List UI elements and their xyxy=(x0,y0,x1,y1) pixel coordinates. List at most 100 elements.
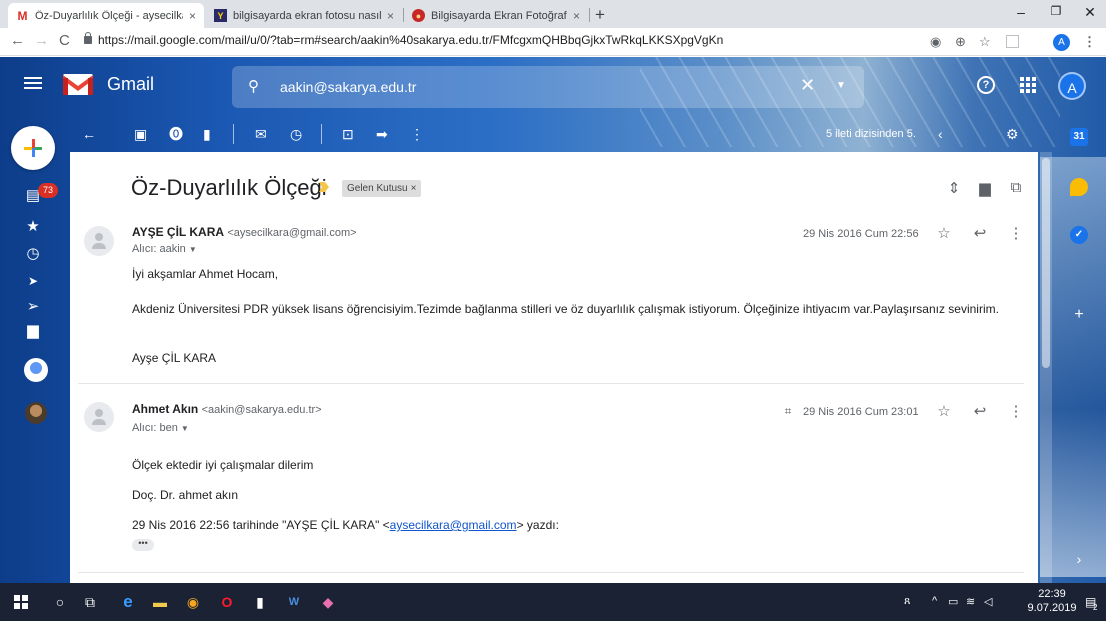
edge-icon[interactable]: e xyxy=(118,592,138,612)
close-tab-icon[interactable]: × xyxy=(387,9,394,23)
tab-title: bilgisayarda ekran fotosu nasıl al xyxy=(233,9,381,22)
taskbar-clock[interactable]: 22:39 9.07.2019 xyxy=(1024,587,1080,615)
quoted-email-link[interactable]: aysecilkara@gmail.com xyxy=(390,518,517,532)
move-to-icon[interactable]: ⊡ xyxy=(342,124,354,144)
starred-icon[interactable]: ★ xyxy=(24,218,42,236)
sender-name: AYŞE ÇİL KARA xyxy=(132,225,225,239)
browser-tab-yandex[interactable]: Y bilgisayarda ekran fotosu nasıl al × xyxy=(206,3,402,28)
print-icon[interactable]: ▆ xyxy=(976,179,994,197)
search-icon[interactable]: ⚲ xyxy=(248,77,259,95)
add-addon-icon[interactable]: + xyxy=(1070,306,1088,324)
paint3d-icon[interactable]: ◆ xyxy=(318,592,338,612)
back-to-list-icon[interactable]: ← xyxy=(82,124,96,144)
taskbar-search-icon[interactable]: ○ xyxy=(50,592,70,612)
forward-icon[interactable]: → xyxy=(34,32,49,49)
drafts-icon[interactable]: ▆ xyxy=(24,322,42,340)
newer-icon[interactable]: ‹ xyxy=(938,124,943,144)
zoom-icon[interactable]: ⊕ xyxy=(955,34,966,50)
recipient-line[interactable]: Alıcı: aakin ▼ xyxy=(132,243,197,255)
wifi-icon[interactable]: ≋ xyxy=(966,595,975,608)
mail-search-box[interactable]: ⚲ ✕ ▼ xyxy=(232,66,864,108)
message-more-icon[interactable]: ⋮ xyxy=(1008,402,1024,420)
thread-subject: Öz-Duyarlılık Ölçeği xyxy=(131,175,327,200)
browser-profile-avatar[interactable]: A xyxy=(1053,34,1070,51)
chrome-icon[interactable]: ◉ xyxy=(183,592,203,612)
settings-gear-icon[interactable]: ⚙ xyxy=(1006,124,1019,144)
message-divider xyxy=(78,383,1024,384)
battery-icon[interactable]: ▭ xyxy=(948,595,958,608)
open-new-window-icon[interactable]: ⧉ xyxy=(1007,179,1025,196)
more-actions-icon[interactable]: ⋮ xyxy=(410,124,424,144)
message-body-line: Akdeniz Üniversitesi PDR yüksek lisans ö… xyxy=(132,302,999,316)
reload-icon[interactable]: C xyxy=(59,32,70,49)
close-window-icon[interactable]: ✕ xyxy=(1080,4,1100,21)
reply-icon[interactable]: ↩ xyxy=(972,224,988,242)
compose-button[interactable] xyxy=(11,126,55,170)
lock-icon xyxy=(84,32,92,44)
important-icon[interactable]: ➤ xyxy=(24,272,42,290)
apps-grid-icon[interactable] xyxy=(1020,77,1036,93)
show-details-icon[interactable]: ▼ xyxy=(189,245,197,254)
document-icon[interactable]: ▮ xyxy=(250,592,270,612)
url-field[interactable]: https://mail.google.com/mail/u/0/?tab=rm… xyxy=(98,33,723,47)
volume-icon[interactable]: ◁ xyxy=(984,595,992,608)
message-signature: Ayşe ÇİL KARA xyxy=(132,351,217,365)
word-icon[interactable]: W xyxy=(284,592,304,612)
message-more-icon[interactable]: ⋮ xyxy=(1008,224,1024,242)
tracking-icon[interactable]: ◉ xyxy=(930,34,941,50)
show-side-panel-icon[interactable]: › xyxy=(1070,550,1088,568)
show-details-icon[interactable]: ▼ xyxy=(181,424,189,433)
contact-photo[interactable] xyxy=(25,402,47,424)
keep-icon[interactable] xyxy=(1070,178,1088,196)
extension-icon[interactable] xyxy=(1006,35,1019,48)
message-date: 29 Nis 2016 Cum 22:56 xyxy=(803,228,919,240)
browser-tab-site[interactable]: ● Bilgisayarda Ekran Fotoğrafı Nası × xyxy=(404,3,588,28)
label-icon[interactable]: ➡ xyxy=(376,124,388,144)
recipient-line[interactable]: Alıcı: ben ▼ xyxy=(132,422,189,434)
browser-menu-icon[interactable]: ⋮ xyxy=(1083,34,1096,50)
account-avatar[interactable]: A xyxy=(1058,72,1086,100)
expand-all-icon[interactable]: ⇕ xyxy=(945,179,963,197)
new-tab-icon[interactable]: + xyxy=(595,5,605,25)
windows-start-icon[interactable] xyxy=(14,595,28,609)
scrollbar-thumb[interactable] xyxy=(1042,158,1050,368)
remove-label-icon[interactable]: × xyxy=(411,183,417,194)
minimize-icon[interactable]: – xyxy=(1011,4,1031,20)
people-icon[interactable]: ጸ xyxy=(904,595,910,608)
opera-icon[interactable]: O xyxy=(217,592,237,612)
unread-count-badge: 73 xyxy=(38,183,58,198)
message-signature: Doç. Dr. ahmet akın xyxy=(132,488,239,502)
notifications-count: 2 xyxy=(1093,603,1098,612)
star-icon[interactable]: ☆ xyxy=(936,224,952,242)
mark-unread-icon[interactable]: ✉ xyxy=(255,124,267,144)
main-menu-icon[interactable] xyxy=(24,77,42,89)
message-body-line: İyi akşamlar Ahmet Hocam, xyxy=(132,267,279,281)
restore-icon[interactable]: ❐ xyxy=(1046,4,1066,18)
inbox-label-chip[interactable]: Gelen Kutusu × xyxy=(342,180,422,197)
task-view-icon[interactable]: ⧉ xyxy=(80,592,100,612)
file-explorer-icon[interactable]: ▬ xyxy=(150,592,170,612)
close-tab-icon[interactable]: × xyxy=(189,9,196,23)
browser-tab-gmail[interactable]: M Öz-Duyarlılık Ölçeği - aysecilkara × xyxy=(8,3,204,28)
snoozed-icon[interactable]: ◷ xyxy=(24,245,42,263)
help-icon[interactable]: ? xyxy=(977,76,995,94)
back-icon[interactable]: ← xyxy=(10,32,25,49)
calendar-icon[interactable]: 31 xyxy=(1070,128,1088,146)
archive-icon[interactable]: ▣ xyxy=(134,124,147,144)
label-text: Gelen Kutusu xyxy=(347,183,408,194)
tasks-icon[interactable]: ✓ xyxy=(1070,226,1088,244)
search-options-icon[interactable]: ▼ xyxy=(836,80,846,91)
report-spam-icon[interactable]: ⓿ xyxy=(169,124,183,144)
close-tab-icon[interactable]: × xyxy=(573,9,580,23)
show-trimmed-button[interactable]: ••• xyxy=(132,539,154,551)
tray-expand-icon[interactable]: ^ xyxy=(932,595,937,607)
sent-icon[interactable]: ➢ xyxy=(24,298,42,316)
reply-icon[interactable]: ↩ xyxy=(972,402,988,420)
search-input[interactable] xyxy=(280,77,800,97)
hangouts-avatar[interactable] xyxy=(24,358,48,382)
clear-search-icon[interactable]: ✕ xyxy=(800,75,815,96)
star-icon[interactable]: ☆ xyxy=(936,402,952,420)
delete-icon[interactable]: ▮ xyxy=(203,124,211,144)
bookmark-star-icon[interactable]: ☆ xyxy=(979,34,991,50)
snooze-icon[interactable]: ◷ xyxy=(290,124,302,144)
